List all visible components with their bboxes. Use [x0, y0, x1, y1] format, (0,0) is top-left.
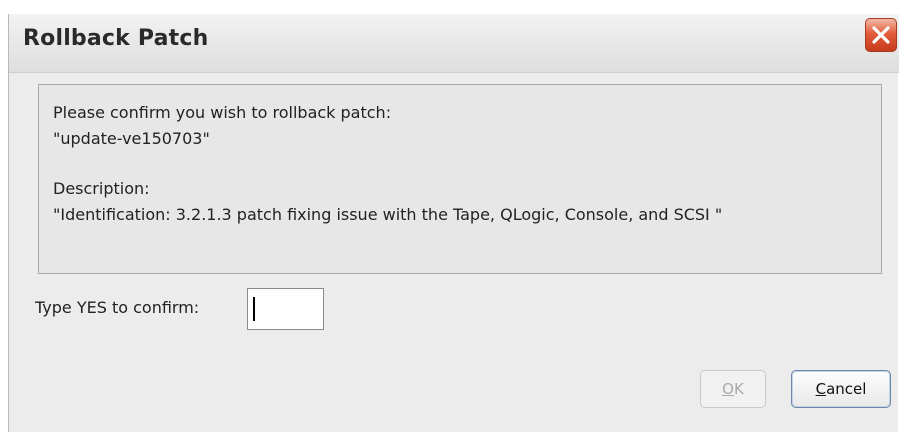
description-label: Description: [53, 179, 150, 198]
confirm-label: Type YES to confirm: [35, 298, 200, 317]
message-panel: Please confirm you wish to rollback patc… [38, 84, 882, 274]
ok-label-rest: K [733, 380, 744, 398]
confirm-message: Please confirm you wish to rollback patc… [53, 103, 392, 122]
title-bar[interactable]: Rollback Patch [9, 14, 899, 73]
text-caret [253, 297, 255, 321]
rollback-patch-dialog: Rollback Patch Please confirm you wish t… [8, 14, 899, 432]
patch-description: "Identification: 3.2.1.3 patch fixing is… [53, 205, 723, 224]
cancel-label-rest: ancel [826, 380, 867, 398]
patch-name: "update-ve150703" [53, 129, 210, 148]
close-button[interactable] [865, 18, 897, 52]
cancel-button[interactable]: Cancel [791, 370, 891, 408]
dialog-title: Rollback Patch [23, 26, 209, 51]
close-icon [872, 26, 890, 44]
cancel-mnemonic: C [815, 380, 827, 398]
ok-mnemonic: O [722, 380, 734, 398]
confirm-input[interactable] [247, 288, 324, 330]
ok-button[interactable]: OK [700, 370, 766, 408]
